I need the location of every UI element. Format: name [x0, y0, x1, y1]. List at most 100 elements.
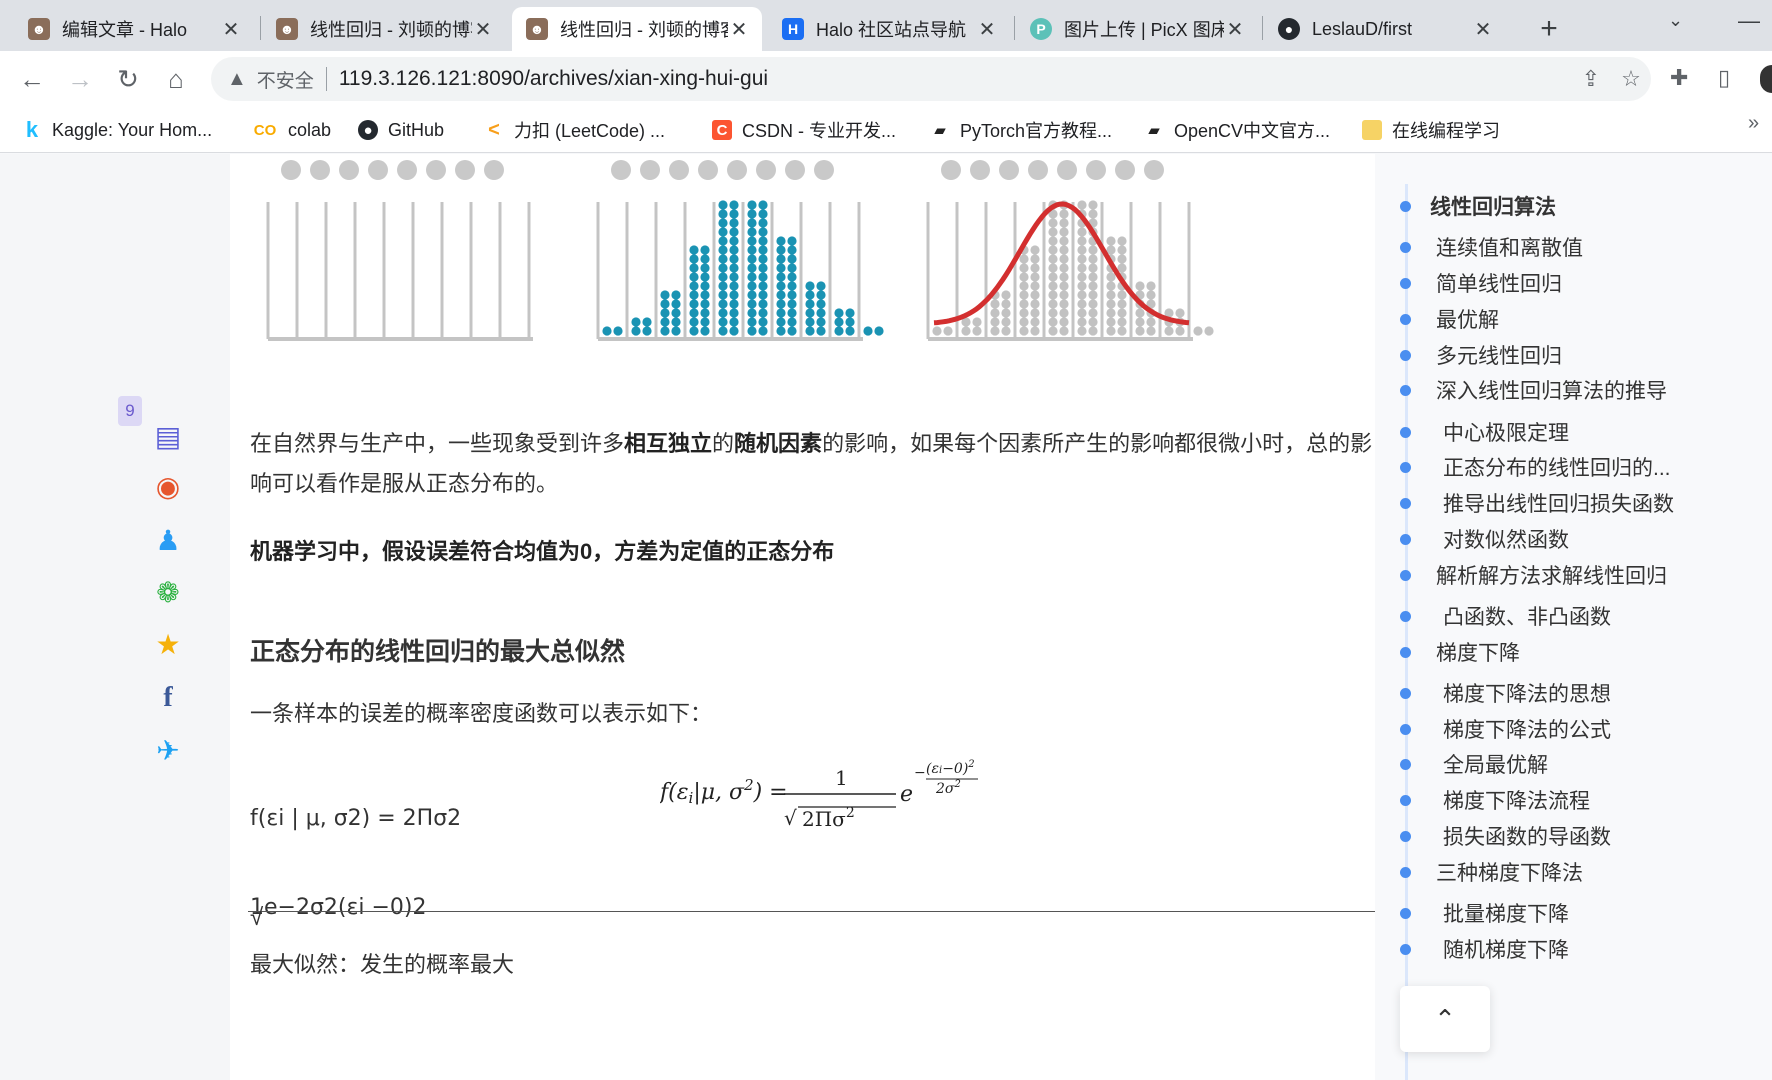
galton-ball: [758, 227, 768, 237]
qq-icon[interactable]: ♟: [148, 520, 188, 560]
galton-ball: [1019, 317, 1029, 327]
tab-edit-article[interactable]: ☻ 编辑文章 - Halo ✕: [14, 7, 254, 51]
browser-toolbar: ← → ↻ ⌂ ▲ 不安全 119.3.126.121:8090/archive…: [0, 51, 1772, 107]
weibo-icon[interactable]: ◉: [148, 466, 188, 506]
toc-item[interactable]: 最优解: [1436, 304, 1499, 334]
tab-linear-regression-active[interactable]: ☻ 线性回归 - 刘顿的博客 ✕: [512, 7, 762, 51]
galton-ball: [1135, 326, 1145, 336]
tab-title: 线性回归 - 刘顿的博客: [560, 20, 728, 40]
close-icon[interactable]: ✕: [220, 17, 242, 42]
back-arrow-icon[interactable]: ←: [16, 63, 48, 95]
bookmark-csdn[interactable]: C CSDN - 专业开发...: [712, 115, 896, 145]
galton-ball: [816, 299, 826, 309]
tab-search-chevron-icon[interactable]: ⌄: [1668, 10, 1683, 31]
close-icon[interactable]: ✕: [1224, 17, 1246, 42]
close-icon[interactable]: ✕: [472, 17, 494, 42]
toc-item[interactable]: 中心极限定理: [1443, 417, 1569, 447]
toc-item[interactable]: 梯度下降: [1436, 637, 1520, 667]
toc-item[interactable]: 对数似然函数: [1443, 524, 1569, 554]
wechat-icon[interactable]: ❁: [148, 572, 188, 612]
galton-ball: [776, 254, 786, 264]
home-icon[interactable]: ⌂: [160, 63, 192, 95]
url-text[interactable]: 119.3.126.121:8090/archives/xian-xing-hu…: [339, 67, 1571, 91]
qzone-star-icon[interactable]: ★: [148, 624, 188, 664]
more-bookmarks-icon[interactable]: »: [1748, 112, 1759, 135]
bookmark-label: 在线编程学习: [1392, 121, 1500, 141]
tab-separator: [260, 16, 261, 40]
galton-ball: [1048, 326, 1058, 336]
bookmark-kaggle[interactable]: k Kaggle: Your Hom...: [22, 115, 212, 145]
bookmark-github[interactable]: ● GitHub: [358, 115, 444, 145]
galton-ball: [729, 290, 739, 300]
galton-ball: [990, 299, 1000, 309]
galton-peg: [611, 160, 631, 180]
bookmark-leetcode[interactable]: < 力扣 (LeetCode) ...: [484, 115, 665, 145]
galton-ball: [700, 290, 710, 300]
bookmark-opencv[interactable]: ▰ OpenCV中文官方...: [1144, 115, 1330, 145]
toc-item[interactable]: 梯度下降法的公式: [1443, 714, 1611, 744]
address-bar[interactable]: ▲ 不安全 119.3.126.121:8090/archives/xian-x…: [211, 57, 1651, 101]
toc-item[interactable]: 全局最优解: [1443, 749, 1548, 779]
page-viewport: 在自然界与生产中，一些现象受到许多相互独立的随机因素的影响，如果每个因素所产生的…: [0, 154, 1772, 1080]
galton-ball: [700, 326, 710, 336]
galton-ball: [1077, 308, 1087, 318]
section-heading: 正态分布的线性回归的最大总似然: [250, 638, 626, 666]
reader-book-icon[interactable]: ▤: [148, 416, 188, 456]
galton-ball: [1019, 254, 1029, 264]
galton-peg: [1144, 160, 1164, 180]
twitter-icon[interactable]: ✈: [148, 730, 188, 770]
tab-github-first[interactable]: ● LeslauD/first ✕: [1264, 7, 1506, 51]
toc-item[interactable]: 三种梯度下降法: [1436, 857, 1583, 887]
facebook-icon[interactable]: f: [148, 678, 188, 718]
toc-item[interactable]: 梯度下降法的思想: [1443, 678, 1611, 708]
toc-dot: [1400, 242, 1411, 253]
back-to-top-button[interactable]: ⌃: [1400, 986, 1490, 1052]
tab-halo-community[interactable]: H Halo 社区站点导航 ✕: [768, 7, 1010, 51]
toc-item[interactable]: 正态分布的线性回归的...: [1443, 452, 1671, 482]
minimize-icon[interactable]: —: [1738, 8, 1760, 34]
galton-ball: [1117, 308, 1127, 318]
toc-item[interactable]: 推导出线性回归损失函数: [1443, 488, 1674, 518]
toc-item[interactable]: 简单线性回归: [1436, 268, 1562, 298]
toc-item[interactable]: 线性回归算法: [1430, 191, 1556, 221]
galton-ball: [1193, 326, 1203, 336]
extensions-puzzle-icon[interactable]: ✚: [1670, 65, 1688, 91]
toc-item[interactable]: 多元线性回归: [1436, 340, 1562, 370]
warning-triangle-icon: ▲: [227, 67, 247, 90]
toc-item[interactable]: 损失函数的导函数: [1443, 821, 1611, 851]
toc-item[interactable]: 批量梯度下降: [1443, 898, 1569, 928]
galton-ball: [787, 263, 797, 273]
new-tab-button[interactable]: +: [1530, 10, 1568, 48]
toc-item[interactable]: 凸函数、非凸函数: [1443, 601, 1611, 631]
profile-avatar[interactable]: [1760, 65, 1772, 93]
bookmark-colab[interactable]: CO colab: [252, 115, 331, 145]
tab-picx[interactable]: P 图片上传 | PicX 图床 ✕: [1016, 7, 1258, 51]
galton-ball: [1106, 308, 1116, 318]
toc-dot: [1400, 944, 1411, 955]
galton-ball: [1088, 290, 1098, 300]
bookmark-pytorch[interactable]: ▰ PyTorch官方教程...: [930, 115, 1112, 145]
close-icon[interactable]: ✕: [728, 17, 750, 42]
tab-linear-regression-1[interactable]: ☻ 线性回归 - 刘顿的博客 ✕: [262, 7, 506, 51]
close-icon[interactable]: ✕: [976, 17, 998, 42]
toc-item[interactable]: 解析解方法求解线性回归: [1436, 560, 1667, 590]
galton-ball: [1048, 317, 1058, 327]
galton-ball: [816, 290, 826, 300]
galton-ball: [990, 317, 1000, 327]
reload-icon[interactable]: ↻: [112, 63, 144, 95]
close-icon[interactable]: ✕: [1472, 17, 1494, 42]
forward-arrow-icon[interactable]: →: [64, 63, 96, 95]
toc-item[interactable]: 深入线性回归算法的推导: [1436, 375, 1667, 405]
galton-ball: [1077, 254, 1087, 264]
star-bookmark-icon[interactable]: ☆: [1611, 66, 1651, 92]
galton-ball: [787, 326, 797, 336]
toc-item[interactable]: 梯度下降法流程: [1443, 785, 1590, 815]
galton-ball: [700, 272, 710, 282]
galton-ball: [689, 272, 699, 282]
toc-item[interactable]: 连续值和离散值: [1436, 232, 1583, 262]
toc-item[interactable]: 随机梯度下降: [1443, 934, 1569, 964]
galton-ball: [1030, 290, 1040, 300]
side-panel-icon[interactable]: ▯: [1718, 65, 1730, 91]
bookmark-folder-coding[interactable]: 在线编程学习: [1362, 115, 1500, 145]
share-icon[interactable]: ⇪: [1571, 66, 1611, 92]
